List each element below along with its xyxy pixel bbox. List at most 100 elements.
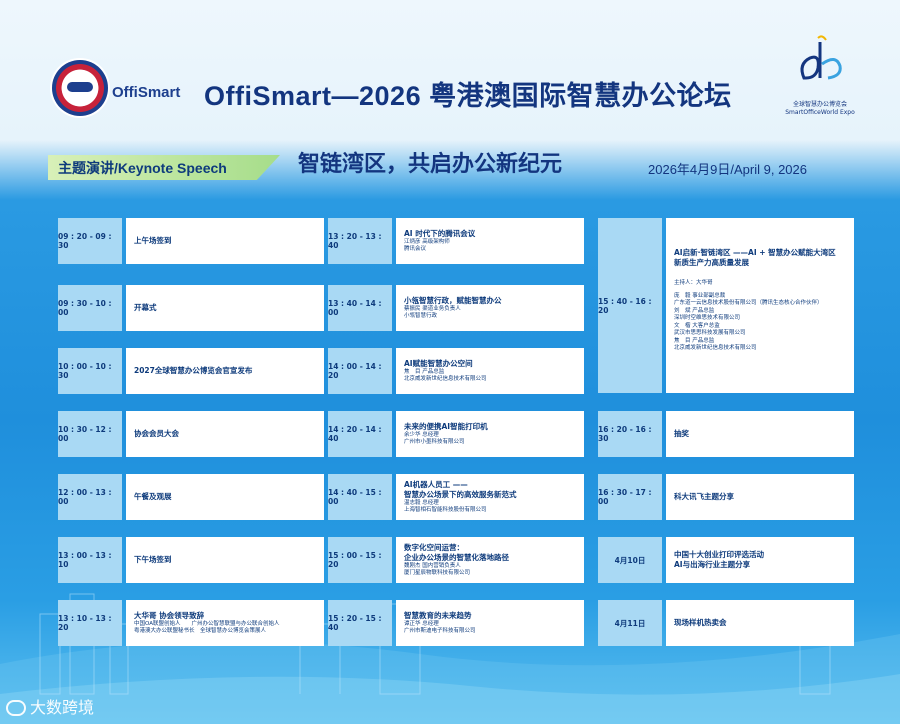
session-speaker: 蔡振民 渠道业务负责人 xyxy=(404,305,461,312)
session-speaker: 北京威发新世纪信息技术有限公司 xyxy=(404,376,487,382)
session-time: 14 : 00 - 14 : 20 xyxy=(328,348,392,394)
panel-discussion: AI启新·智链湾区 ——AI + 智慧办公赋能大湾区 新质生产力高质量发展 主持… xyxy=(666,218,854,393)
session-speaker: 中国OA联盟创始人 广州办公智慧联盟与办公联合创始人 xyxy=(134,620,280,627)
expo-name-en: SmartOfficeWorld Expo xyxy=(785,109,855,116)
session-title: 现场样机热卖会 xyxy=(674,618,727,627)
schedule-row: 14 : 00 - 14 : 20 AI赋能智慧办公空间焦 目 产品总监 北京威发新… xyxy=(328,348,584,394)
session-speaker: 上海智相石智能科技股份有限公司 xyxy=(404,507,487,513)
session-title: AI赋能智慧办公空间 xyxy=(404,358,473,368)
session-content: 中国十大创业打印评选活动 AI与出海行业主题分享 xyxy=(666,537,854,583)
session-time: 16 : 20 - 16 : 30 xyxy=(598,411,662,457)
session-content: 小瓴智慧行政，赋能智慧办公 蔡振民 渠道业务负责人 小瓴智慧行政 xyxy=(396,285,584,331)
session-title: 午餐及观展 xyxy=(134,492,172,501)
brand-name: OffiSmart xyxy=(112,84,181,101)
session-time: 13 : 00 - 13 : 10 xyxy=(58,537,122,583)
schedule-row: 14 : 40 - 15 : 00 AI机器人员工 —— 智慧办公场景下的高效服务新… xyxy=(328,474,584,520)
schedule-row: 10 : 30 - 12 : 00 协会会员大会 xyxy=(58,411,324,457)
session-speaker: 厦门星辰物联科技有限公司 xyxy=(404,570,471,576)
session-time: 15 : 00 - 15 : 20 xyxy=(328,537,392,583)
session-time: 16 : 30 - 17 : 00 xyxy=(598,474,662,520)
session-title: 2027全球智慧办公博览会官宣发布 xyxy=(134,366,253,375)
keynote-label: 主题演讲/Keynote Speech xyxy=(58,160,227,176)
session-speaker: 江炳彦 高级架构师 xyxy=(404,238,450,245)
expo-logo-icon xyxy=(800,35,842,80)
schedule-row: 13 : 40 - 14 : 00 小瓴智慧行政，赋能智慧办公 蔡振民 渠道业务负责… xyxy=(328,285,584,331)
panel-line: 焦 目 产品总监 xyxy=(674,337,715,344)
schedule-row: 4月11日 现场样机热卖会 xyxy=(598,600,854,646)
forum-date: 2026年4月9日/April 9, 2026 xyxy=(648,162,807,177)
session-time: 12 : 00 - 13 : 00 xyxy=(58,474,122,520)
session-title: 下午场签到 xyxy=(134,555,172,564)
session-title: 上午场签到 xyxy=(134,236,172,245)
watermark-logo-icon xyxy=(6,700,26,716)
schedule-row: 12 : 00 - 13 : 00 午餐及观展 xyxy=(58,474,324,520)
session-title: 数字化空间运营： xyxy=(404,542,464,552)
panel-line: 刘 斌 产品总监 xyxy=(674,307,715,314)
session-title: 中国十大创业打印评选活动 xyxy=(674,550,764,559)
session-time: 13 : 40 - 14 : 00 xyxy=(328,285,392,331)
session-title-line2: 智慧办公场景下的高效服务新范式 xyxy=(404,489,517,499)
session-speaker: 粤港澳大办公联盟秘书长 全球智慧办公博览会策展人 xyxy=(134,628,267,634)
session-title: 大华哥 协会领导致辞 xyxy=(134,610,205,620)
session-content: 午餐及观展 xyxy=(126,474,324,520)
session-time: 4月11日 xyxy=(598,600,662,646)
session-time: 09 : 20 - 09 : 30 xyxy=(58,218,122,264)
session-content: 2027全球智慧办公博览会官宣发布 xyxy=(126,348,324,394)
session-time: 09 : 30 - 10 : 00 xyxy=(58,285,122,331)
agenda-poster: OffiSmart OffiSmart—2026 粤港澳国际智慧办公论坛 全球智… xyxy=(0,0,900,724)
panel-title: AI启新·智链湾区 ——AI + 智慧办公赋能大湾区 xyxy=(674,248,836,257)
session-time: 4月10日 xyxy=(598,537,662,583)
session-speaker: 温志毅 总经理 xyxy=(404,499,439,506)
session-content: 开幕式 xyxy=(126,285,324,331)
session-speaker: 魏刚杰 国内营销负责人 xyxy=(404,562,461,569)
schedule-row: 13 : 00 - 13 : 10 下午场签到 xyxy=(58,537,324,583)
schedule-row: 15 : 20 - 15 : 40 智慧教育的未来趋势 谭正华 总经理 广州市斯迪电子… xyxy=(328,600,584,646)
session-title: AI 时代下的腾讯会议 xyxy=(404,228,476,238)
session-speaker: 腾讯会议 xyxy=(404,246,427,252)
panel-line: 庞 毅 事业部副总裁 xyxy=(674,292,726,299)
session-content: 现场样机热卖会 xyxy=(666,600,854,646)
session-content: 抽奖 xyxy=(666,411,854,457)
panel-line: 武汉市思思科技发展有限公司 xyxy=(674,330,746,336)
session-title-line2: 企业办公场景的智慧化落地路径 xyxy=(404,552,509,562)
session-content: AI 时代下的腾讯会议 江炳彦 高级架构师 腾讯会议 xyxy=(396,218,584,264)
session-content: AI机器人员工 —— 智慧办公场景下的高效服务新范式 温志毅 总经理 上海智相石智能科… xyxy=(396,474,584,520)
schedule-row: 09 : 30 - 10 : 00 开幕式 xyxy=(58,285,324,331)
session-time: 14 : 20 - 14 : 40 xyxy=(328,411,392,457)
session-title: AI机器人员工 —— xyxy=(404,479,468,489)
forum-slogan: 智链湾区，共启办公新纪元 xyxy=(298,151,563,176)
session-time: 10 : 30 - 12 : 00 xyxy=(58,411,122,457)
session-content: 智慧教育的未来趋势 谭正华 总经理 广州市斯迪电子科技有限公司 xyxy=(396,600,584,646)
session-speaker: 小瓴智慧行政 xyxy=(404,313,438,319)
session-content: AI赋能智慧办公空间焦 目 产品总监 北京威发新世纪信息技术有限公司 xyxy=(396,348,584,394)
session-title-line2: AI与出海行业主题分享 xyxy=(674,560,751,569)
session-time: 13 : 20 - 13 : 40 xyxy=(328,218,392,264)
panel-line: 北京威发新世纪信息技术有限公司 xyxy=(674,345,757,351)
panel-title-line2: 新质生产力高质量发展 xyxy=(674,258,749,267)
watermark: 大数跨境 xyxy=(6,694,94,718)
session-time: 10 : 00 - 10 : 30 xyxy=(58,348,122,394)
session-title: 开幕式 xyxy=(134,303,157,312)
panel-line: 文 楷 大客户总监 xyxy=(674,322,720,329)
schedule-row: 15 : 00 - 15 : 20 数字化空间运营： 企业办公场景的智慧化落地路径魏… xyxy=(328,537,584,583)
page-title: OffiSmart—2026 粤港澳国际智慧办公论坛 xyxy=(204,81,732,111)
session-speaker: 广州市小墨科技有限公司 xyxy=(404,439,465,445)
session-content: 大华哥 协会领导致辞 中国OA联盟创始人 广州办公智慧联盟与办公联合创始人 粤港澳大… xyxy=(126,600,324,646)
schedule-row: 13 : 20 - 13 : 40 AI 时代下的腾讯会议 江炳彦 高级架构师 腾讯会… xyxy=(328,218,584,264)
session-content: 上午场签到 xyxy=(126,218,324,264)
panel-line: 主持人：大华哥 xyxy=(674,280,713,286)
panel-line: 深圳时空维思技术有限公司 xyxy=(674,315,741,321)
panel-speakers: 主持人：大华哥庞 毅 事业部副总裁 广东道一云信息技术股份有限公司（腾讯生态核心合… xyxy=(674,280,846,353)
session-title: 小瓴智慧行政，赋能智慧办公 xyxy=(404,295,502,305)
schedule-row: 09 : 20 - 09 : 30 上午场签到 xyxy=(58,218,324,264)
session-content: 未来的便携AI智能打印机 余少华 总经理 广州市小墨科技有限公司 xyxy=(396,411,584,457)
schedule-row: 16 : 20 - 16 : 30 抽奖 xyxy=(598,411,854,457)
session-title: 协会会员大会 xyxy=(134,429,179,438)
watermark-text: 大数跨境 xyxy=(30,700,95,717)
session-content: 下午场签到 xyxy=(126,537,324,583)
schedule-row: 16 : 30 - 17 : 00 科大讯飞主题分享 xyxy=(598,474,854,520)
schedule-row: 13 : 10 - 13 : 20 大华哥 协会领导致辞 中国OA联盟创始人 广州办… xyxy=(58,600,324,646)
schedule-row: 4月10日 中国十大创业打印评选活动 AI与出海行业主题分享 xyxy=(598,537,854,583)
session-title: 智慧教育的未来趋势 xyxy=(404,610,472,620)
association-logo-icon xyxy=(52,60,108,116)
